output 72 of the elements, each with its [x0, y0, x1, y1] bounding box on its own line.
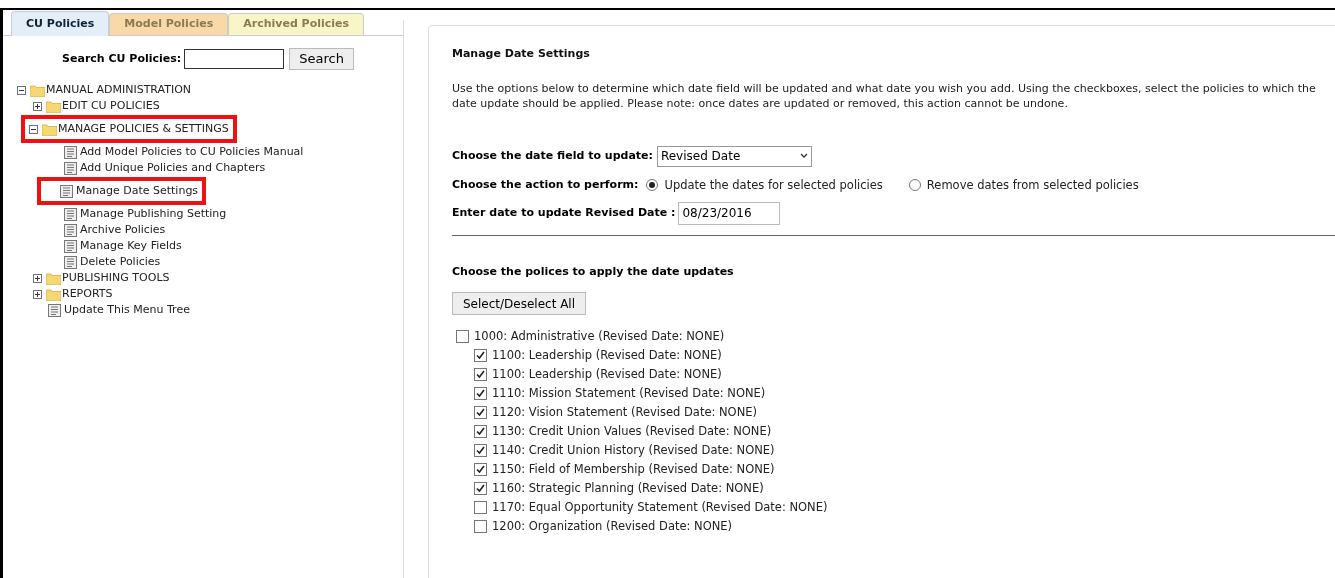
checkbox[interactable]: [474, 425, 487, 439]
tree-item[interactable]: EDIT CU POLICIES: [62, 97, 160, 115]
document-icon: [64, 255, 77, 269]
policy-label: 1150: Field of Membership (Revised Date: NONE): [492, 461, 775, 479]
radio-button[interactable]: [908, 179, 921, 192]
radio-label: Update the dates for selected policies: [664, 176, 883, 194]
checkbox[interactable]: [474, 520, 487, 534]
intro-text: Use the options below to determine which date field will be updated and what date you wish you add. Using the checkboxes, select the policies to which the date update should be applied. Please note: once dates are updated or removed, this action cannot be undone.: [452, 80, 1317, 111]
checkbox[interactable]: [474, 387, 487, 401]
policy-label: 1110: Mission Statement (Revised Date: NONE): [492, 385, 766, 403]
policy-label: 1100: Leadership (Revised Date: NONE): [492, 347, 722, 365]
policy-label: 1160: Strategic Planning (Revised Date: NONE): [492, 480, 764, 498]
folder-icon: [42, 122, 57, 136]
document-icon: [64, 223, 77, 237]
expand-icon[interactable]: [33, 273, 42, 283]
search-button[interactable]: Search: [289, 48, 354, 70]
folder-icon: [46, 99, 61, 113]
field-label: Enter date to update Revised Date :: [452, 205, 676, 221]
tree-item[interactable]: Manage Publishing Setting: [80, 205, 227, 223]
document-icon: [64, 207, 77, 221]
panel-title: Manage Date Settings: [452, 46, 591, 62]
tab[interactable]: CU Policies: [11, 11, 110, 36]
policy-label: 1100: Leadership (Revised Date: NONE): [492, 366, 722, 384]
search-field[interactable]: [184, 49, 285, 69]
checkbox[interactable]: [474, 444, 487, 458]
tree-item[interactable]: Archive Policies: [80, 221, 166, 239]
policy-label: 1130: Credit Union Values (Revised Date: NONE): [492, 423, 772, 441]
select-all-button[interactable]: Select/Deselect All: [452, 292, 587, 316]
document-icon: [64, 161, 77, 175]
tree-item[interactable]: PUBLISHING TOOLS: [62, 269, 170, 287]
tree-item[interactable]: Add Model Policies to CU Policies Manual: [80, 143, 304, 161]
checkbox[interactable]: [474, 406, 487, 420]
checkbox[interactable]: [456, 330, 469, 344]
folder-icon: [46, 287, 61, 301]
policy-label: 1140: Credit Union History (Revised Date: NONE): [492, 442, 775, 460]
checkbox[interactable]: [474, 368, 487, 382]
field-label: Choose the date field to update:: [452, 147, 653, 164]
tab[interactable]: Archived Policies: [228, 13, 365, 35]
collapse-icon[interactable]: [29, 124, 38, 134]
tree-item[interactable]: MANUAL ADMINISTRATION: [46, 81, 192, 99]
document-icon: [64, 239, 77, 253]
policy-label: 1000: Administrative (Revised Date: NONE): [474, 328, 725, 346]
expand-icon[interactable]: [33, 289, 42, 299]
chevron-down-icon: [799, 153, 808, 159]
radio-button[interactable]: [646, 179, 659, 192]
date-field-dropdown[interactable]: Revised Date: [656, 145, 812, 167]
document-icon: [60, 184, 73, 198]
checkbox[interactable]: [474, 482, 487, 496]
tree-item[interactable]: Delete Policies: [80, 253, 161, 271]
policy-label: 1200: Organization (Revised Date: NONE): [492, 518, 733, 536]
tree-item[interactable]: MANAGE POLICIES & SETTINGS: [58, 120, 229, 138]
document-icon: [48, 303, 61, 317]
tree-item[interactable]: Update This Menu Tree: [64, 301, 190, 319]
tree-item[interactable]: Manage Key Fields: [80, 237, 182, 255]
policy-label: 1170: Equal Opportunity Statement (Revised Date: NONE): [492, 499, 828, 517]
checkbox[interactable]: [474, 501, 487, 515]
folder-icon: [30, 83, 45, 97]
checkbox[interactable]: [474, 349, 487, 363]
document-icon: [64, 145, 77, 159]
tree-item[interactable]: REPORTS: [62, 285, 113, 303]
radio-label: Remove dates from selected policies: [926, 176, 1139, 194]
date-input[interactable]: 08/23/2016: [678, 201, 781, 225]
section-heading: Choose the polices to apply the date updates: [452, 263, 735, 280]
field-label: Choose the action to perform:: [452, 176, 639, 193]
tree-item[interactable]: Add Unique Policies and Chapters: [80, 159, 266, 177]
tree-item[interactable]: Manage Date Settings: [76, 182, 199, 200]
search-label: Search CU Policies:: [62, 50, 182, 67]
checkbox[interactable]: [474, 463, 487, 477]
policy-label: 1120: Vision Statement (Revised Date: NONE): [492, 404, 758, 422]
collapse-icon[interactable]: [17, 85, 26, 95]
expand-icon[interactable]: [33, 101, 42, 111]
folder-icon: [46, 271, 61, 285]
